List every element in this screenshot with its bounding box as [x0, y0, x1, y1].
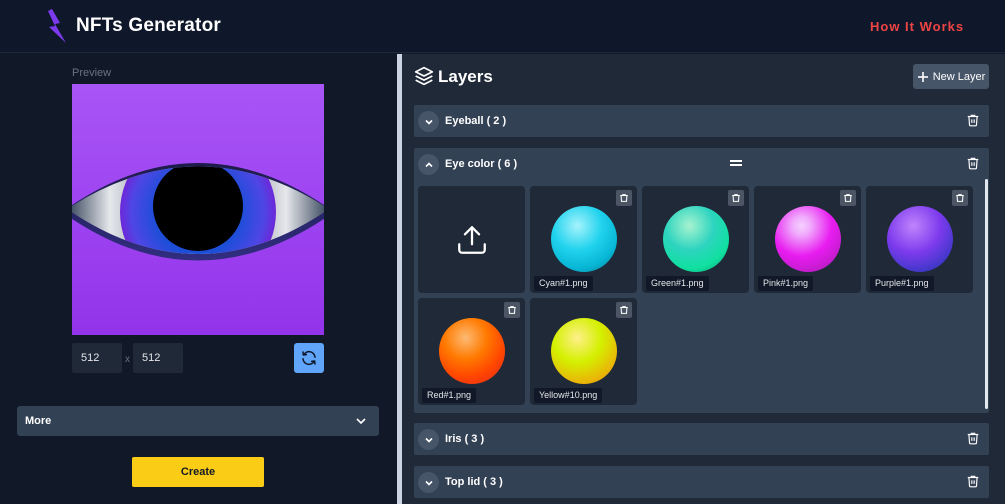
layer-scrollbar[interactable] [985, 179, 988, 409]
asset-thumbnail [439, 318, 505, 384]
trash-icon[interactable] [966, 156, 980, 170]
more-label: More [25, 415, 52, 427]
layer-assets-grid: Cyan#1.png Green#1.png Pink#1.png Purple… [418, 186, 978, 408]
preview-panel: Preview 512 x 512 More Create [0, 54, 397, 504]
asset-filename: Yellow#10.png [534, 388, 603, 403]
trash-icon[interactable] [966, 431, 980, 445]
layer-row: Top lid ( 3 ) [414, 466, 989, 498]
upload-asset-tile[interactable] [418, 186, 525, 293]
preview-label: Preview [72, 67, 112, 79]
layer-row: Eyeball ( 2 ) [414, 105, 989, 137]
trash-icon[interactable] [966, 474, 980, 488]
app-header: NFTs Generator How It Works [0, 0, 1005, 53]
plus-icon [917, 71, 928, 82]
layer-row-expanded: Eye color ( 6 ) Cyan#1.png Green#1.png P… [414, 148, 989, 413]
layers-title: Layers [438, 67, 493, 86]
asset-thumbnail [551, 206, 617, 272]
asset-thumbnail [663, 206, 729, 272]
asset-filename: Green#1.png [646, 276, 709, 291]
layer-name: Eye color ( 6 ) [445, 158, 518, 170]
layers-icon [414, 66, 434, 86]
trash-icon[interactable] [952, 190, 968, 206]
expand-toggle[interactable] [418, 111, 439, 132]
layer-name: Top lid ( 3 ) [445, 476, 503, 488]
height-input[interactable] [133, 343, 183, 373]
asset-thumbnail [887, 206, 953, 272]
create-button[interactable]: Create [132, 457, 264, 487]
layer-name: Iris ( 3 ) [445, 433, 485, 445]
asset-tile[interactable]: Purple#1.png [866, 186, 973, 293]
layer-name: Eyeball ( 2 ) [445, 115, 507, 127]
asset-thumbnail [775, 206, 841, 272]
asset-tile[interactable]: Yellow#10.png [530, 298, 637, 405]
expand-toggle[interactable] [418, 472, 439, 493]
lightning-bolt-icon [48, 9, 66, 43]
asset-tile[interactable]: Red#1.png [418, 298, 525, 405]
trash-icon[interactable] [504, 302, 520, 318]
chevron-down-icon [424, 119, 433, 125]
trash-icon[interactable] [616, 190, 632, 206]
drag-handle-icon[interactable] [730, 160, 742, 166]
chevron-down-icon [424, 437, 433, 443]
width-input[interactable] [72, 343, 122, 373]
asset-tile[interactable]: Cyan#1.png [530, 186, 637, 293]
chevron-down-icon [356, 418, 366, 425]
trash-icon[interactable] [616, 302, 632, 318]
chevron-down-icon [424, 480, 433, 486]
trash-icon[interactable] [728, 190, 744, 206]
asset-filename: Pink#1.png [758, 276, 814, 291]
layer-row: Iris ( 3 ) [414, 423, 989, 455]
asset-filename: Cyan#1.png [534, 276, 593, 291]
asset-thumbnail [551, 318, 617, 384]
chevron-up-icon [424, 161, 433, 167]
size-separator: x [125, 354, 130, 365]
refresh-button[interactable] [294, 343, 324, 373]
refresh-icon [302, 350, 316, 366]
more-options-toggle[interactable]: More [17, 406, 379, 436]
preview-image [72, 84, 324, 335]
expand-toggle[interactable] [418, 429, 439, 450]
how-it-works-link[interactable]: How It Works [870, 19, 964, 34]
app-title: NFTs Generator [76, 15, 221, 36]
asset-filename: Red#1.png [422, 388, 477, 403]
trash-icon[interactable] [840, 190, 856, 206]
layers-panel: Layers New Layer Eyeball ( 2 ) Eye color… [402, 54, 1005, 504]
upload-icon [457, 225, 486, 254]
asset-tile[interactable]: Pink#1.png [754, 186, 861, 293]
new-layer-button[interactable]: New Layer [913, 64, 989, 89]
new-layer-label: New Layer [932, 70, 986, 83]
asset-tile[interactable]: Green#1.png [642, 186, 749, 293]
asset-filename: Purple#1.png [870, 276, 934, 291]
trash-icon[interactable] [966, 113, 980, 127]
collapse-toggle[interactable] [418, 154, 439, 175]
